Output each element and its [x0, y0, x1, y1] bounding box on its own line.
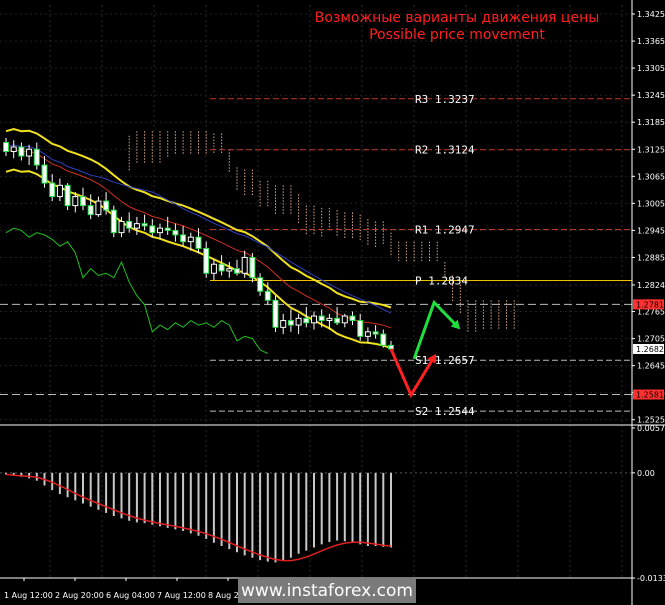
candle-body: [272, 299, 279, 328]
candle-body: [349, 315, 356, 322]
candle-body: [126, 220, 133, 229]
price-tick-label: 1.3125: [637, 145, 665, 154]
time-tick-label: 2 Aug 20:00: [55, 591, 104, 600]
candle-body: [380, 333, 387, 346]
candle-body: [364, 331, 371, 337]
candle-body: [56, 184, 63, 198]
candle-body: [3, 141, 9, 153]
candle-body: [172, 229, 179, 236]
time-tick-label: 7 Aug 12:00: [157, 591, 206, 600]
candle-body: [280, 320, 287, 328]
candle-body: [49, 182, 56, 198]
price-highlight-label: 1.2581: [636, 391, 664, 400]
pivot-label-s1: S1 1.2657: [415, 354, 475, 367]
candle-body: [164, 227, 171, 231]
price-tick-label: 1.3365: [637, 37, 665, 46]
candle-body: [203, 247, 210, 274]
candle-body: [287, 320, 294, 326]
candle-body: [234, 268, 240, 274]
indicator-tick-label: -0.01338: [637, 574, 665, 583]
candle-body: [303, 317, 310, 324]
candle-body: [357, 320, 364, 337]
price-tick-label: 1.3425: [637, 10, 665, 19]
indicator-tick-label: 0.00571: [637, 424, 665, 433]
chart-background: [0, 0, 665, 605]
candle-body: [141, 223, 148, 227]
price-tick-label: 1.3245: [637, 91, 665, 100]
candle-body: [341, 315, 348, 324]
chart-subtitle: Possible price movement: [369, 27, 545, 43]
candle-body: [110, 209, 117, 234]
candle-body: [180, 234, 187, 243]
pivot-label-s2: S2 1.2544: [415, 405, 475, 418]
candle-body: [326, 317, 333, 322]
time-tick-label: 6 Aug 04:00: [106, 591, 155, 600]
pivot-label-p: P 1.2834: [415, 274, 468, 287]
watermark: www.instaforex.com: [241, 581, 413, 601]
candle-body: [95, 200, 102, 216]
candle-body: [26, 148, 33, 157]
candle-body: [133, 223, 140, 229]
chart-title: Возможные варианты движения цены: [315, 10, 600, 26]
candle-body: [241, 256, 248, 274]
candle-body: [187, 236, 194, 243]
candle-body: [249, 256, 256, 279]
candle-body: [264, 290, 271, 301]
candle-body: [372, 331, 379, 335]
candle-body: [118, 220, 125, 234]
time-tick-label: 1 Aug 12:00: [4, 591, 53, 600]
pivot-label-r3: R3 1.3237: [415, 93, 475, 106]
price-chart: R3 1.3237 R2 1.3124 R1 1.2947 P 1.2834 S1 1.…: [0, 0, 665, 605]
candle-body: [226, 268, 233, 272]
candle-body: [72, 196, 79, 207]
indicator-tick-label: 0.00: [637, 469, 655, 478]
candle-body: [257, 277, 264, 292]
candle-body: [295, 317, 302, 326]
price-tick-label: 1.3065: [637, 172, 665, 181]
candle-body: [33, 148, 40, 166]
pivot-label-r2: R2 1.3124: [415, 144, 475, 157]
price-tick-label: 1.2885: [637, 253, 665, 262]
candle-body: [334, 317, 341, 324]
candle-body: [64, 184, 71, 207]
candle-body: [388, 344, 394, 350]
candle-body: [157, 227, 163, 234]
candle-body: [87, 205, 94, 216]
candle-body: [149, 225, 156, 234]
candle-body: [18, 146, 25, 157]
price-tick-label: 1.2824: [637, 281, 665, 290]
candle-body: [10, 146, 17, 153]
candle-body: [41, 164, 48, 184]
price-tick-label: 1.2945: [637, 226, 665, 235]
candle-body: [103, 200, 110, 211]
candle-body: [318, 315, 325, 322]
candle-body: [311, 315, 317, 324]
price-tick-label: 1.3305: [637, 64, 665, 73]
price-tick-label: 1.2645: [637, 362, 665, 371]
price-tick-label: 1.3005: [637, 199, 665, 208]
candle-body: [210, 263, 217, 274]
price-highlight-label: 1.2781: [636, 300, 664, 309]
price-tick-label: 1.3185: [637, 118, 665, 127]
price-highlight-label: 1.2682: [636, 345, 664, 354]
price-tick-label: 1.2705: [637, 335, 665, 344]
candle-body: [218, 263, 225, 272]
candle-body: [80, 196, 86, 207]
candle-body: [195, 236, 202, 249]
pivot-label-r1: R1 1.2947: [415, 224, 475, 237]
